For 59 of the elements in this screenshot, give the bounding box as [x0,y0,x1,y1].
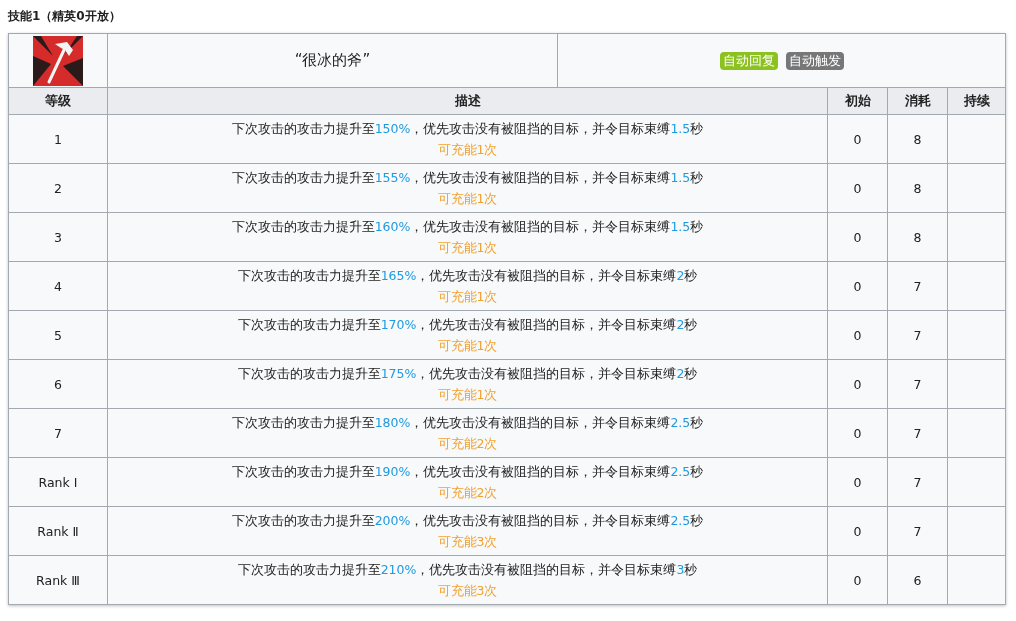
initial-value: 0 [853,131,862,147]
initial-value: 0 [853,572,862,588]
section-heading: 技能1（精英0开放） [8,8,121,24]
charge-text: 可充能1次 [437,239,498,257]
skill-description: 下次攻击的攻击力提升至200%，优先攻击没有被阻挡的目标，并令目标束缚2.5秒 [231,512,704,530]
level-text: 7 [54,425,62,441]
skill-description: 下次攻击的攻击力提升至180%，优先攻击没有被阻挡的目标，并令目标束缚2.5秒 [231,414,704,432]
initial-value: 0 [853,278,862,294]
skill-tag: 自动触发 [785,51,844,70]
cost-value: 7 [913,327,922,343]
cost-value: 7 [913,474,922,490]
skill-tag: 自动回复 [719,51,778,70]
level-text: 3 [54,229,62,245]
skill-description: 下次攻击的攻击力提升至190%，优先攻击没有被阻挡的目标，并令目标束缚2.5秒 [231,463,704,481]
initial-value: 0 [853,425,862,441]
cost-value: 7 [913,278,922,294]
cost-value: 8 [913,229,922,245]
charge-text: 可充能3次 [437,533,498,551]
charge-text: 可充能1次 [437,337,498,355]
level-text: 2 [54,180,62,196]
initial-value: 0 [853,180,862,196]
level-text: 6 [54,376,62,392]
skill-name: “很冰的斧” [294,51,371,70]
level-text: 1 [54,131,62,147]
cost-value: 8 [913,131,922,147]
column-header: 消耗 [904,92,931,110]
initial-value: 0 [853,229,862,245]
skill-description: 下次攻击的攻击力提升至160%，优先攻击没有被阻挡的目标，并令目标束缚1.5秒 [231,218,704,236]
charge-text: 可充能1次 [437,288,498,306]
charge-text: 可充能2次 [437,435,498,453]
charge-text: 可充能1次 [437,190,498,208]
charge-text: 可充能3次 [437,582,498,600]
initial-value: 0 [853,523,862,539]
level-text: Rank Ⅱ [37,523,79,539]
skill-description: 下次攻击的攻击力提升至175%，优先攻击没有被阻挡的目标，并令目标束缚2秒 [237,365,698,383]
cost-value: 7 [913,376,922,392]
column-header: 描述 [454,92,481,110]
level-text: 4 [54,278,62,294]
charge-text: 可充能1次 [437,386,498,404]
cost-value: 8 [913,180,922,196]
level-text: Rank Ⅲ [36,572,80,588]
level-text: 5 [54,327,62,343]
charge-text: 可充能2次 [437,484,498,502]
initial-value: 0 [853,327,862,343]
skill-description: 下次攻击的攻击力提升至150%，优先攻击没有被阻挡的目标，并令目标束缚1.5秒 [231,120,704,138]
column-header: 初始 [844,92,871,110]
cost-value: 7 [913,523,922,539]
skill-description: 下次攻击的攻击力提升至210%，优先攻击没有被阻挡的目标，并令目标束缚3秒 [237,561,698,579]
cost-value: 6 [913,572,922,588]
column-header: 持续 [963,92,990,110]
skill-description: 下次攻击的攻击力提升至155%，优先攻击没有被阻挡的目标，并令目标束缚1.5秒 [231,169,704,187]
cost-value: 7 [913,425,922,441]
initial-value: 0 [853,376,862,392]
initial-value: 0 [853,474,862,490]
level-text: Rank Ⅰ [38,474,78,490]
charge-text: 可充能1次 [437,141,498,159]
skill-description: 下次攻击的攻击力提升至165%，优先攻击没有被阻挡的目标，并令目标束缚2秒 [237,267,698,285]
skill-description: 下次攻击的攻击力提升至170%，优先攻击没有被阻挡的目标，并令目标束缚2秒 [237,316,698,334]
column-header: 等级 [45,92,71,110]
